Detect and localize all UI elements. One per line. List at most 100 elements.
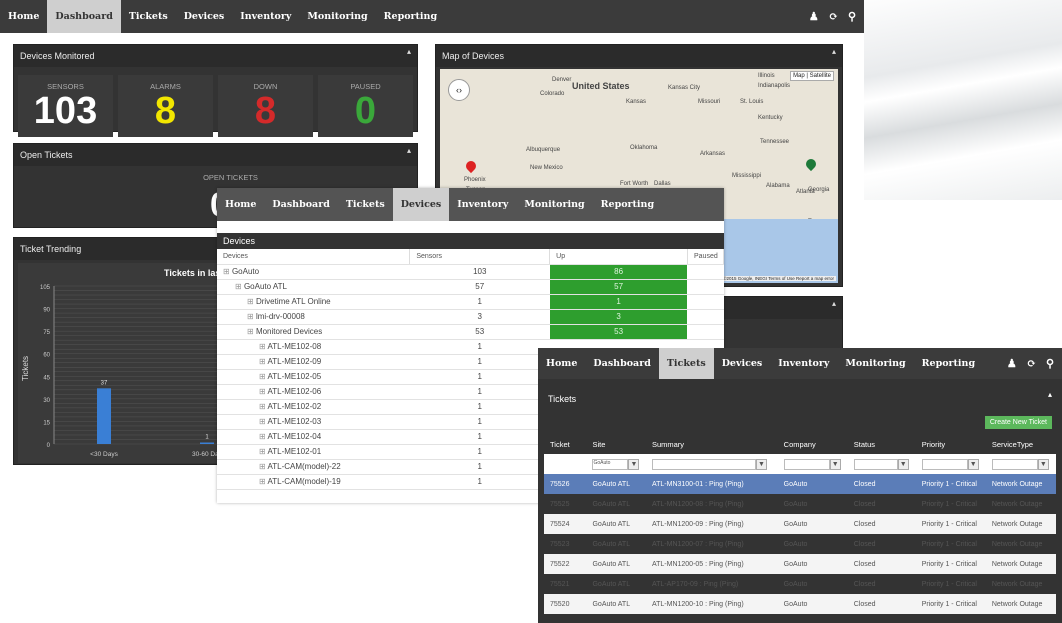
expand-icon[interactable]: ⊞ (235, 282, 244, 291)
ticket-company-cell: GoAuto (777, 554, 848, 574)
collapse-icon[interactable]: ▴ (407, 146, 411, 155)
ticket-priority-cell: Priority 1 - Critical (915, 514, 986, 534)
nav-tickets[interactable]: Tickets (121, 0, 176, 33)
column-header[interactable]: ServiceType (985, 434, 1056, 454)
create-ticket-button[interactable]: Create New Ticket (984, 416, 1052, 429)
pan-control[interactable]: ‹› (448, 79, 470, 101)
filter-input[interactable]: GoAuto (592, 458, 629, 470)
filter-icon[interactable]: ▼ (967, 458, 979, 470)
sensors-cell: 1 (409, 414, 550, 430)
map-button[interactable]: Map (793, 73, 805, 79)
red-marker-icon[interactable] (463, 158, 479, 174)
filter-icon[interactable]: ▼ (628, 458, 640, 470)
nav-inventory[interactable]: Inventory (232, 0, 299, 33)
nav-devices[interactable]: Devices (714, 348, 771, 379)
column-header[interactable]: Sensors (409, 249, 551, 265)
ticket-row[interactable]: 75524 GoAuto ATL ATL-MN1200-09 : Ping (Pin… (544, 514, 1056, 534)
nav-reporting[interactable]: Reporting (914, 348, 983, 379)
map-label: Denver (552, 77, 572, 83)
nav-devices[interactable]: Devices (176, 0, 233, 33)
search-icon[interactable]: ⚲ (1046, 357, 1054, 370)
nav-reporting[interactable]: Reporting (593, 188, 662, 221)
device-name-cell: ⊞ ATL-ME102-01 (217, 444, 410, 460)
nav-tickets[interactable]: Tickets (658, 348, 714, 379)
nav-inventory[interactable]: Inventory (449, 188, 516, 221)
ticket-summary-cell: ATL-MN1200-09 : Ping (Ping) (645, 514, 778, 534)
column-header[interactable]: Status (847, 434, 916, 454)
nav-dashboard[interactable]: Dashboard (585, 348, 658, 379)
device-name-cell: ⊞ ATL-ME102-02 (217, 399, 410, 415)
column-header[interactable]: Ticket (544, 434, 587, 454)
nav-dashboard[interactable]: Dashboard (47, 0, 121, 33)
device-name-cell: ⊞ GoAuto (217, 264, 410, 280)
expand-icon[interactable]: ⊞ (247, 312, 256, 321)
ticket-row[interactable]: 75522 GoAuto ATL ATL-MN1200-05 : Ping (Pin… (544, 554, 1056, 574)
dashboard-navbar: Home Dashboard Tickets Devices Inventory Moni… (0, 0, 864, 33)
filter-input[interactable] (783, 458, 830, 470)
nav-dashboard[interactable]: Dashboard (264, 188, 337, 221)
ticket-row[interactable]: 75523 GoAuto ATL ATL-MN1200-07 : Ping (Pin… (544, 534, 1056, 554)
user-icon[interactable]: ♟ (1007, 357, 1017, 370)
device-name-cell: ⊞ ATL-ME102-03 (217, 414, 410, 430)
nav-monitoring[interactable]: Monitoring (516, 188, 592, 221)
ticket-row[interactable]: 75520 GoAuto ATL ATL-MN1200-10 : Ping (Pin… (544, 594, 1056, 614)
device-row[interactable]: ⊞ Monitored Devices 53 53 (217, 324, 724, 340)
nav-monitoring[interactable]: Monitoring (299, 0, 375, 33)
ticket-service-cell: Network Outage (985, 554, 1056, 574)
nav-tickets[interactable]: Tickets (338, 188, 393, 221)
collapse-icon[interactable]: ▴ (832, 299, 836, 308)
column-header[interactable]: Priority (915, 434, 986, 454)
device-row[interactable]: ⊞ GoAuto 103 86 (217, 264, 724, 280)
filter-input[interactable] (651, 458, 756, 470)
filter-icon[interactable]: ▼ (1037, 458, 1049, 470)
device-row[interactable]: ⊞ GoAuto ATL 57 57 (217, 279, 724, 295)
nav-reporting[interactable]: Reporting (376, 0, 445, 33)
filter-icon[interactable]: ▼ (755, 458, 767, 470)
column-header[interactable]: Company (777, 434, 848, 454)
map-label: Illinois (758, 73, 775, 79)
column-header[interactable]: Up (549, 249, 688, 265)
map-label: Indianapolis (758, 83, 791, 89)
ticket-summary-cell: ATL-MN1200-05 : Ping (Ping) (645, 554, 778, 574)
filter-icon[interactable]: ▼ (829, 458, 841, 470)
device-row[interactable]: ⊞ Drivetime ATL Online 1 1 (217, 294, 724, 310)
satellite-button[interactable]: Satellite (810, 73, 831, 79)
column-header[interactable]: Summary (645, 434, 778, 454)
search-icon[interactable]: ⚲ (848, 10, 856, 23)
paused-cell (687, 294, 724, 310)
ticket-row[interactable]: 75521 GoAuto ATL ATL-AP170-09 : Ping (Ping… (544, 574, 1056, 594)
expand-icon[interactable]: ⊞ (247, 297, 256, 306)
collapse-icon[interactable]: ▴ (832, 47, 836, 56)
ticket-row[interactable]: 75525 GoAuto ATL ATL-MN1200-08 : Ping (Pin… (544, 494, 1056, 514)
nav-home[interactable]: Home (217, 188, 264, 221)
expand-icon[interactable]: ⊞ (247, 327, 256, 336)
ticket-priority-cell: Priority 1 - Critical (921, 540, 977, 548)
green-marker-icon[interactable] (803, 156, 819, 172)
expand-icon[interactable]: ⊞ (223, 267, 232, 276)
filter-input[interactable] (991, 458, 1038, 470)
collapse-icon[interactable]: ▴ (1048, 384, 1052, 406)
nav-inventory[interactable]: Inventory (770, 348, 837, 379)
nav-home[interactable]: Home (538, 348, 585, 379)
nav-home[interactable]: Home (0, 0, 47, 33)
ticket-row[interactable]: 75526 GoAuto ATL ATL-MN3100-01 : Ping (Pin… (544, 474, 1056, 494)
column-header[interactable]: Site (586, 434, 646, 454)
nav-devices[interactable]: Devices (392, 188, 450, 221)
filter-input[interactable] (921, 458, 968, 470)
user-icon[interactable]: ♟ (809, 10, 819, 23)
column-header[interactable]: Paused (687, 249, 724, 265)
up-cell: 1 (549, 294, 688, 310)
device-row[interactable]: ⊞ lmi-drv-00008 3 3 (217, 309, 724, 325)
nav-monitoring[interactable]: Monitoring (837, 348, 913, 379)
ticket-service-cell: Network Outage (991, 500, 1043, 508)
filter-input[interactable] (853, 458, 898, 470)
logout-icon[interactable]: ⟳ (829, 10, 838, 23)
tickets-navbar: Home Dashboard Tickets Devices Inventory Moni… (538, 348, 1062, 379)
paused-cell (687, 324, 724, 340)
sensors-cell: 3 (409, 309, 550, 325)
collapse-icon[interactable]: ▴ (407, 47, 411, 56)
logout-icon[interactable]: ⟳ (1027, 357, 1036, 370)
ticket-priority-cell: Priority 1 - Critical (915, 594, 986, 614)
column-header[interactable]: Devices (217, 249, 411, 265)
filter-icon[interactable]: ▼ (897, 458, 909, 470)
